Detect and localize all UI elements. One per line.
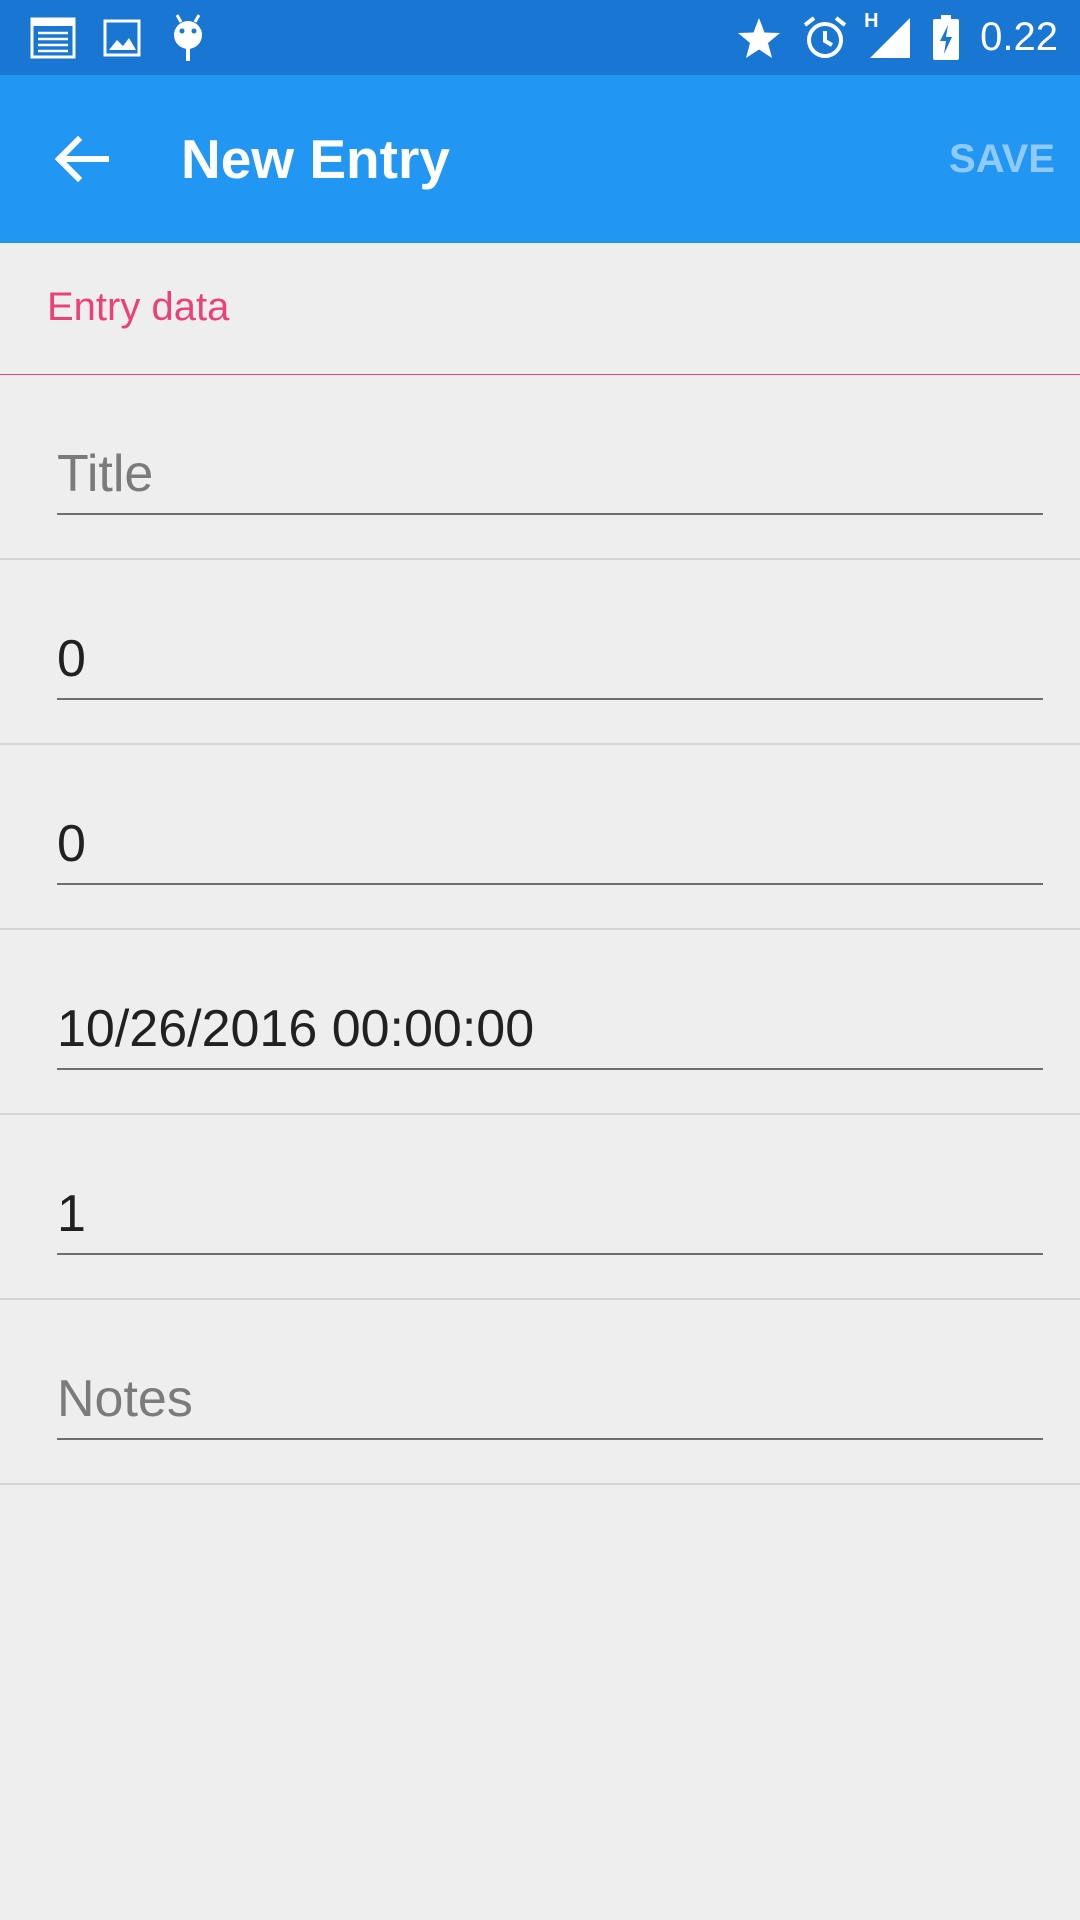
number-row-2 — [0, 745, 1080, 930]
number-row-1 — [0, 560, 1080, 745]
back-button[interactable] — [40, 117, 124, 201]
app-bar: New Entry SAVE — [0, 75, 1080, 243]
arrow-back-icon — [54, 135, 110, 183]
quantity-field[interactable] — [57, 1175, 1043, 1255]
network-type-label: H — [864, 9, 879, 32]
alarm-icon — [802, 15, 848, 61]
status-bar: H 0.22 — [0, 0, 1080, 75]
section-header: Entry data — [0, 243, 1080, 375]
notification-icons — [30, 0, 234, 75]
page-title: New Entry — [181, 128, 450, 190]
datetime-row — [0, 930, 1080, 1115]
title-field[interactable] — [57, 435, 1043, 515]
section-title: Entry data — [47, 285, 230, 329]
battery-charging-icon — [932, 14, 960, 61]
title-row — [0, 375, 1080, 560]
number-field-2[interactable] — [57, 805, 1043, 885]
datetime-field[interactable] — [57, 990, 1043, 1070]
number-field-1[interactable] — [57, 620, 1043, 700]
status-time: 0.22 — [980, 15, 1058, 59]
notes-icon — [30, 17, 76, 59]
star-icon — [736, 16, 782, 60]
signal-icon: H — [864, 10, 912, 60]
quantity-row — [0, 1115, 1080, 1300]
notes-field[interactable] — [57, 1360, 1043, 1440]
android-debug-icon — [168, 13, 208, 63]
entry-form — [0, 375, 1080, 1485]
notes-row — [0, 1300, 1080, 1485]
save-button[interactable]: SAVE — [949, 75, 1055, 243]
system-icons: H 0.22 — [716, 0, 1058, 75]
image-icon — [102, 18, 142, 58]
